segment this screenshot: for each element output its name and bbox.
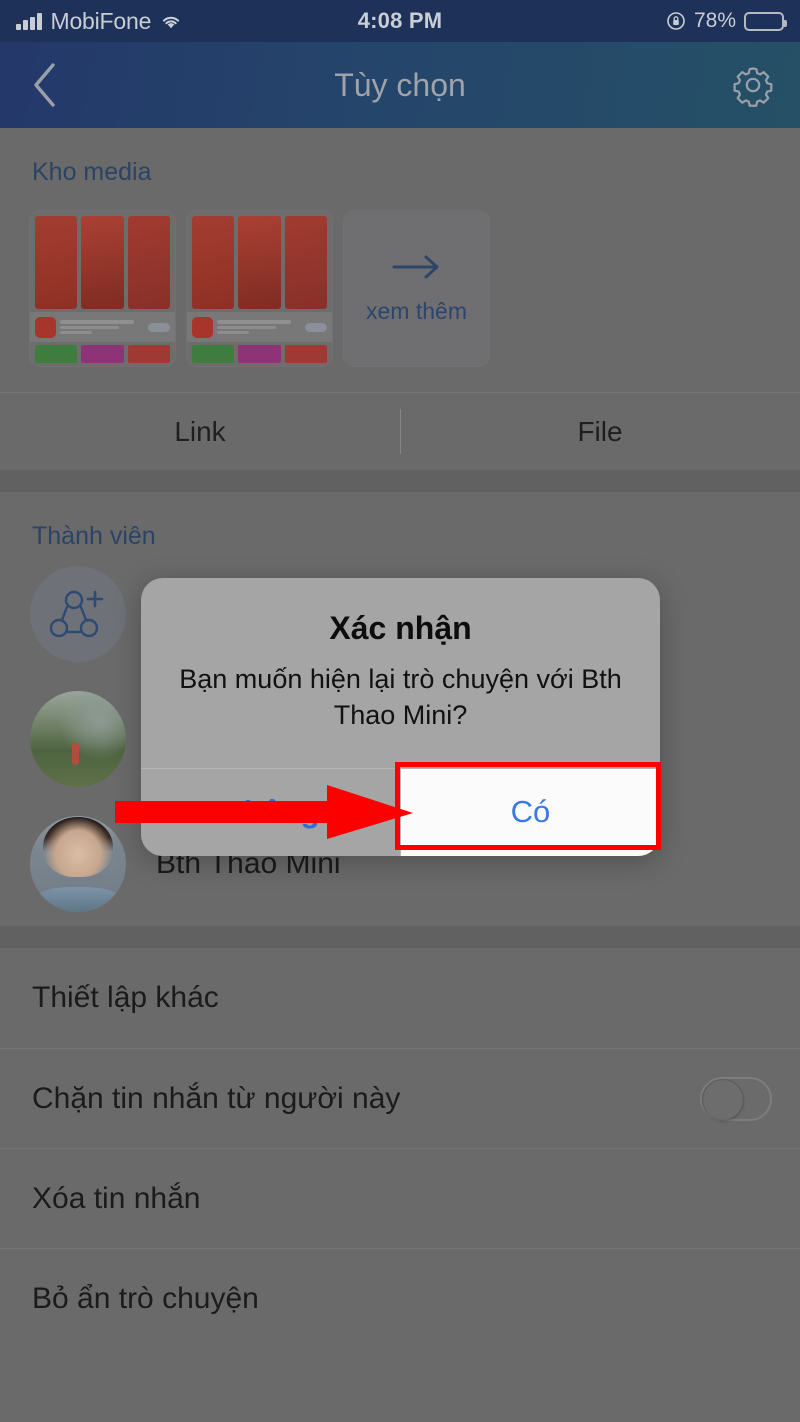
- status-bar-right: 78%: [666, 9, 787, 33]
- dialog-message: Bạn muốn hiện lại trò chuyện với Bth Tha…: [179, 664, 622, 731]
- app-icon: [35, 316, 56, 338]
- media-thumbnail[interactable]: [30, 211, 175, 366]
- rotation-lock-icon: [666, 11, 686, 31]
- list-item-block-messages[interactable]: Chặn tin nhắn từ người này: [0, 1048, 800, 1148]
- media-section-label: Kho media: [32, 158, 152, 186]
- list-item-delete-messages[interactable]: Xóa tin nhắn: [0, 1148, 800, 1248]
- arrow-right-icon: [392, 255, 438, 279]
- get-button-thumb: [148, 322, 170, 332]
- add-member-icon[interactable]: [30, 565, 126, 662]
- list-item-label: Thiết lập khác: [32, 981, 219, 1014]
- page-title: Tùy chọn: [334, 66, 466, 103]
- link-file-tabs[interactable]: Link File: [0, 392, 800, 470]
- gear-icon: [733, 67, 772, 107]
- members-section-label: Thành viên: [32, 522, 156, 550]
- list-item-other-settings[interactable]: Thiết lập khác: [0, 948, 800, 1048]
- media-thumbnail[interactable]: [187, 211, 332, 366]
- list-item-label: Bỏ ẩn trò chuyện: [32, 1281, 259, 1315]
- tab-file[interactable]: File: [400, 416, 800, 448]
- settings-button[interactable]: [705, 42, 800, 128]
- list-item-unhide-conversation[interactable]: Bỏ ẩn trò chuyện: [0, 1248, 800, 1348]
- get-button-thumb: [305, 322, 327, 332]
- status-bar: MobiFone 4:08 PM 78%: [0, 0, 800, 42]
- dialog-confirm-button[interactable]: Có: [401, 768, 660, 856]
- tab-divider: [400, 409, 401, 454]
- app-icon: [192, 316, 213, 338]
- section-gap: [0, 470, 800, 492]
- dialog-title: Xác nhận: [329, 610, 472, 646]
- toggle-knob: [703, 1079, 743, 1120]
- see-more-media-button[interactable]: xem thêm: [344, 211, 489, 366]
- media-thumbnail-row[interactable]: xem thêm: [0, 187, 800, 392]
- block-messages-toggle[interactable]: [700, 1076, 772, 1121]
- phone-screen: MobiFone 4:08 PM 78% Tùy chọn Kho media …: [0, 0, 800, 1422]
- see-more-label: xem thêm: [366, 298, 467, 324]
- annotation-arrow-icon: [115, 785, 413, 839]
- battery-icon: [744, 11, 787, 31]
- tab-link[interactable]: Link: [0, 416, 400, 448]
- dialog-body: Xác nhận Bạn muốn hiện lại trò chuyện vớ…: [141, 578, 660, 768]
- avatar[interactable]: [30, 690, 126, 787]
- nav-bar: Tùy chọn: [0, 42, 800, 128]
- avatar[interactable]: [30, 815, 126, 912]
- settings-list: Thiết lập khác Chặn tin nhắn từ người nà…: [0, 948, 800, 1348]
- list-item-label: Xóa tin nhắn: [32, 1181, 201, 1215]
- list-item-label: Chặn tin nhắn từ người này: [32, 1081, 401, 1115]
- section-gap: [0, 926, 800, 948]
- media-panel: Kho media xem thêm Link File: [0, 128, 800, 470]
- battery-percent-label: 78%: [693, 9, 736, 32]
